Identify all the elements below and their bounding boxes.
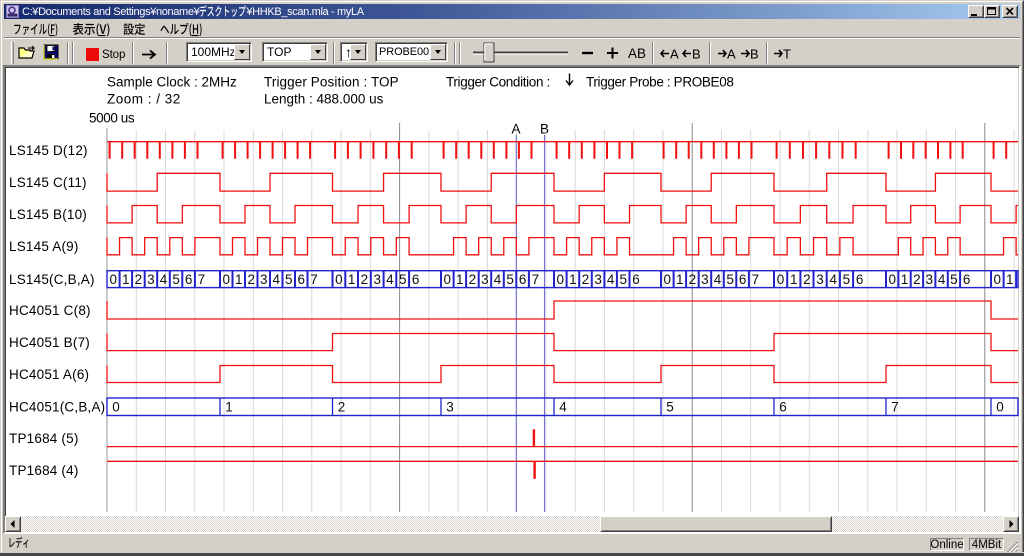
svg-text:0: 0 (112, 399, 120, 414)
svg-text:0: 0 (557, 272, 565, 287)
svg-text:LS145 B(10): LS145 B(10) (9, 207, 87, 222)
svg-text:TP1684 (5): TP1684 (5) (9, 431, 79, 446)
svg-text:2: 2 (247, 272, 255, 287)
svg-text:2: 2 (338, 399, 346, 414)
svg-text:0: 0 (664, 272, 672, 287)
svg-text:0: 0 (994, 272, 1002, 287)
svg-text:5: 5 (950, 272, 958, 287)
svg-text:1: 1 (676, 272, 684, 287)
svg-text:Sample Clock : 2MHz: Sample Clock : 2MHz (107, 75, 237, 90)
svg-text:2: 2 (803, 272, 811, 287)
svg-text:4: 4 (386, 272, 394, 287)
svg-text:4: 4 (494, 272, 502, 287)
svg-text:2: 2 (135, 272, 143, 287)
svg-text:TP1684 (4): TP1684 (4) (9, 463, 79, 478)
svg-text:6: 6 (412, 272, 420, 287)
svg-text:Length : 488.000 us: Length : 488.000 us (264, 91, 384, 106)
svg-text:HC4051 B(7): HC4051 B(7) (9, 335, 90, 350)
svg-text:1: 1 (122, 272, 130, 287)
svg-text:3: 3 (594, 272, 602, 287)
svg-text:3: 3 (260, 272, 268, 287)
svg-text:HC4051 C(8): HC4051 C(8) (9, 303, 91, 318)
svg-text:LS145(C,B,A): LS145(C,B,A) (9, 272, 95, 287)
svg-text:5: 5 (843, 272, 851, 287)
svg-text:7: 7 (752, 272, 760, 287)
svg-text:Trigger Condition :: Trigger Condition : (446, 75, 550, 90)
svg-text:3: 3 (373, 272, 381, 287)
svg-text:6: 6 (632, 272, 640, 287)
svg-text:5: 5 (619, 272, 627, 287)
svg-text:5: 5 (399, 272, 407, 287)
svg-text:1: 1 (348, 272, 356, 287)
svg-text:3: 3 (701, 272, 709, 287)
svg-text:Trigger Probe : PROBE08: Trigger Probe : PROBE08 (586, 75, 734, 90)
svg-text:LS145 C(11): LS145 C(11) (9, 175, 87, 190)
svg-text:4: 4 (829, 272, 837, 287)
svg-text:6: 6 (519, 272, 527, 287)
svg-text:4: 4 (607, 272, 615, 287)
svg-text:6: 6 (963, 272, 971, 287)
svg-text:LS145 A(9): LS145 A(9) (9, 239, 79, 254)
svg-text:7: 7 (198, 272, 206, 287)
svg-text:2: 2 (913, 272, 921, 287)
svg-text:3: 3 (446, 399, 454, 414)
svg-text:1: 1 (790, 272, 798, 287)
svg-text:7: 7 (532, 272, 540, 287)
svg-text:4: 4 (160, 272, 168, 287)
svg-text:5000 us: 5000 us (89, 111, 135, 126)
svg-text:1: 1 (569, 272, 577, 287)
svg-text:LS145 D(12): LS145 D(12) (9, 143, 88, 158)
svg-text:3: 3 (147, 272, 155, 287)
svg-text:4: 4 (559, 399, 567, 414)
svg-text:0: 0 (335, 272, 343, 287)
svg-text:3: 3 (481, 272, 489, 287)
svg-text:Trigger Position : TOP: Trigger Position : TOP (264, 75, 399, 90)
svg-text:B: B (540, 122, 549, 137)
svg-text:2: 2 (582, 272, 590, 287)
svg-text:0: 0 (777, 272, 785, 287)
svg-text:0: 0 (996, 399, 1004, 414)
svg-text:HC4051 A(6): HC4051 A(6) (9, 367, 89, 382)
svg-text:4: 4 (714, 272, 722, 287)
svg-text:1: 1 (901, 272, 909, 287)
svg-text:6: 6 (185, 272, 193, 287)
svg-text:2: 2 (689, 272, 697, 287)
svg-text:2: 2 (469, 272, 477, 287)
svg-text:5: 5 (172, 272, 180, 287)
svg-text:0: 0 (444, 272, 452, 287)
svg-text:A: A (512, 122, 521, 137)
svg-text:5: 5 (666, 399, 674, 414)
svg-text:6: 6 (779, 399, 787, 414)
svg-text:1: 1 (235, 272, 243, 287)
svg-text:5: 5 (726, 272, 734, 287)
svg-text:7: 7 (891, 399, 899, 414)
svg-text:4: 4 (938, 272, 946, 287)
svg-text:1: 1 (456, 272, 464, 287)
svg-text:4: 4 (272, 272, 280, 287)
svg-text:1: 1 (225, 399, 233, 414)
svg-text:6: 6 (856, 272, 864, 287)
svg-text:5: 5 (285, 272, 293, 287)
svg-text:0: 0 (222, 272, 230, 287)
svg-text:3: 3 (816, 272, 824, 287)
svg-text:3: 3 (925, 272, 933, 287)
svg-text:1: 1 (1006, 272, 1014, 287)
svg-text:HC4051(C,B,A): HC4051(C,B,A) (9, 400, 105, 415)
svg-text:0: 0 (888, 272, 896, 287)
svg-text:Zoom : / 32: Zoom : / 32 (107, 91, 181, 106)
svg-text:2: 2 (361, 272, 369, 287)
svg-text:6: 6 (739, 272, 747, 287)
svg-text:0: 0 (110, 272, 118, 287)
svg-text:5: 5 (506, 272, 514, 287)
svg-text:6: 6 (297, 272, 305, 287)
svg-text:7: 7 (310, 272, 318, 287)
